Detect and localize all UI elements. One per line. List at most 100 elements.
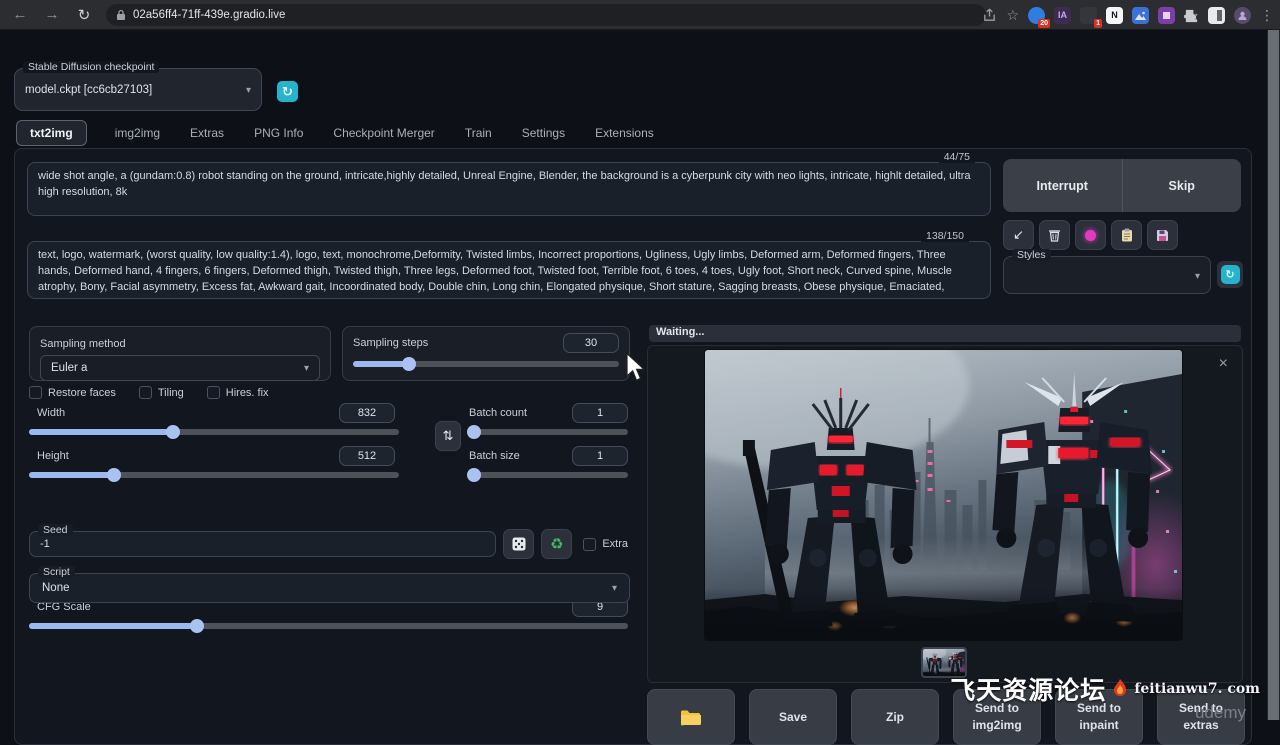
page-scrollbar[interactable] (1267, 30, 1280, 720)
chevron-down-icon: ▾ (612, 583, 617, 594)
url-text: 02a56ff4-71ff-439e.gradio.live (133, 9, 285, 21)
scrollbar-thumb[interactable] (1268, 30, 1279, 720)
open-folder-button[interactable] (647, 689, 735, 745)
batch-size-slider[interactable] (469, 472, 628, 478)
reuse-seed-button[interactable]: ♻ (541, 529, 572, 559)
extension-pin-icon[interactable]: 20 (1028, 7, 1045, 24)
height-value[interactable]: 512 (339, 446, 395, 466)
sampling-steps-value[interactable]: 30 (563, 333, 619, 353)
slider-knob[interactable] (467, 468, 481, 482)
width-value[interactable]: 832 (339, 403, 395, 423)
script-select[interactable]: Script None ▾ (29, 573, 630, 603)
extension-notion-icon[interactable]: N (1106, 7, 1123, 24)
chat-badge: 1 (1094, 19, 1102, 28)
sidepanel-icon[interactable] (1208, 7, 1225, 24)
back-icon: ← (13, 6, 28, 23)
seed-extra-label: Extra (602, 538, 628, 550)
bookmark-star-icon[interactable]: ☆ (1006, 7, 1019, 24)
clipboard-icon (1121, 228, 1133, 242)
checkpoint-dropdown[interactable]: Stable Diffusion checkpoint model.ckpt [… (14, 68, 262, 111)
dice-icon (512, 537, 526, 551)
extension-photos-icon[interactable] (1132, 7, 1149, 24)
share-icon[interactable] (982, 8, 997, 23)
tab-extras[interactable]: Extras (188, 121, 226, 145)
width-slider[interactable] (29, 429, 399, 435)
lock-icon (116, 9, 126, 21)
tab-txt2img[interactable]: txt2img (16, 120, 87, 146)
paste-params-button[interactable]: ↙ (1003, 220, 1034, 250)
styles-label: Styles (1012, 249, 1051, 261)
extension-chat-icon[interactable]: 1 (1080, 7, 1097, 24)
tab-checkpoint-merger[interactable]: Checkpoint Merger (331, 121, 436, 145)
forward-icon: → (45, 6, 60, 23)
interrupt-button[interactable]: Interrupt (1003, 159, 1123, 212)
sampling-steps-slider[interactable] (353, 361, 619, 367)
negative-prompt-wrap: 138/150 text, logo, watermark, (worst qu… (27, 241, 991, 299)
back-button[interactable]: ← (8, 3, 32, 27)
batch-count-slider[interactable] (469, 429, 628, 435)
extensions-puzzle-icon[interactable] (1184, 8, 1199, 23)
save-button[interactable]: Save (749, 689, 837, 745)
checkpoint-label: Stable Diffusion checkpoint (23, 61, 159, 73)
seed-extra-checkbox[interactable] (583, 538, 596, 551)
menu-kebab-icon[interactable]: ⋮ (1260, 7, 1274, 24)
slider-knob[interactable] (467, 425, 481, 439)
height-label: Height (29, 450, 69, 462)
close-icon[interactable]: × (1219, 356, 1228, 372)
height-slider[interactable] (29, 472, 399, 478)
apply-style-button[interactable] (1111, 220, 1142, 250)
chevron-down-icon: ▾ (1195, 271, 1200, 282)
hires-fix-checkbox[interactable] (207, 386, 220, 399)
generate-actions: Interrupt Skip (1003, 159, 1241, 212)
negative-prompt-input[interactable]: text, logo, watermark, (worst quality, l… (27, 241, 991, 299)
batch-count-value[interactable]: 1 (572, 403, 628, 423)
forward-button[interactable]: → (40, 3, 64, 27)
slider-knob[interactable] (190, 619, 204, 633)
random-seed-button[interactable] (503, 529, 534, 559)
arrow-sw-icon: ↙ (1013, 227, 1024, 243)
negative-token-counter: 138/150 (921, 230, 969, 242)
generated-image[interactable] (705, 350, 1182, 640)
tab-extensions[interactable]: Extensions (593, 121, 656, 145)
tiling-checkbox[interactable] (139, 386, 152, 399)
extra-networks-button[interactable] (1075, 220, 1106, 250)
tab-train[interactable]: Train (463, 121, 494, 145)
slider-knob[interactable] (402, 357, 416, 371)
batch-size-value[interactable]: 1 (572, 446, 628, 466)
zip-button[interactable]: Zip (851, 689, 939, 745)
pin-badge: 20 (1038, 19, 1050, 28)
styles-refresh-button[interactable]: ↻ (1217, 261, 1243, 288)
cfg-scale-slider[interactable] (29, 623, 628, 629)
extension-onenote-icon[interactable] (1158, 7, 1175, 24)
restore-faces-checkbox[interactable] (29, 386, 42, 399)
tab-png-info[interactable]: PNG Info (252, 121, 305, 145)
folder-icon (680, 709, 702, 726)
skip-button[interactable]: Skip (1123, 159, 1242, 212)
save-style-button[interactable] (1147, 220, 1178, 250)
recycle-icon: ♻ (550, 535, 563, 553)
width-label: Width (29, 407, 65, 419)
tab-settings[interactable]: Settings (520, 121, 567, 145)
styles-dropdown[interactable]: Styles ▾ (1003, 256, 1211, 294)
option-checkboxes: Restore faces Tiling Hires. fix (29, 386, 269, 399)
seed-label: Seed (38, 524, 73, 536)
reload-icon: ↻ (78, 6, 91, 24)
sampling-method-select[interactable]: Euler a ▾ (40, 355, 320, 381)
result-gallery: × (647, 345, 1243, 683)
checkpoint-refresh-button[interactable]: ↻ (277, 81, 298, 102)
reload-button[interactable]: ↻ (72, 3, 96, 27)
slider-knob[interactable] (107, 468, 121, 482)
txt2img-panel: 44/75 wide shot angle, a (gundam:0.8) ro… (14, 148, 1252, 745)
address-bar[interactable]: 02a56ff4-71ff-439e.gradio.live (106, 4, 986, 26)
seed-input-wrap: Seed (29, 531, 496, 557)
extension-ia-icon[interactable]: IA (1054, 7, 1071, 24)
clear-prompt-button[interactable] (1039, 220, 1070, 250)
profile-avatar[interactable] (1234, 7, 1251, 24)
tab-img2img[interactable]: img2img (113, 121, 162, 145)
prompt-input[interactable]: wide shot angle, a (gundam:0.8) robot st… (27, 162, 991, 216)
seed-input[interactable] (40, 538, 485, 550)
slider-knob[interactable] (166, 425, 180, 439)
swap-dimensions-button[interactable]: ⇅ (435, 421, 461, 451)
tiling-label: Tiling (158, 387, 184, 399)
swap-icon: ⇅ (443, 428, 454, 444)
